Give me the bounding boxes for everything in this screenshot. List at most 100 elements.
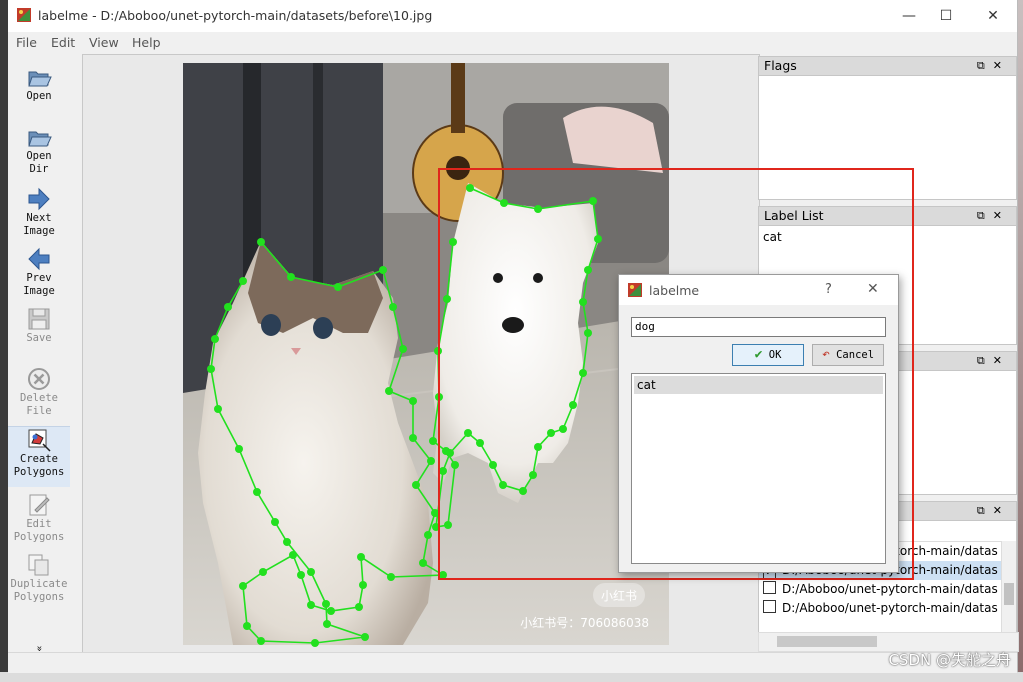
cat-polygon-vertex[interactable] bbox=[409, 397, 417, 405]
cat-polygon-outline[interactable] bbox=[210, 241, 446, 644]
duplicate-polygons-button[interactable]: Duplicate Polygons bbox=[8, 552, 70, 604]
menu-file[interactable]: File bbox=[16, 35, 37, 50]
dock-float-close-icons[interactable]: ⧉✕ bbox=[977, 57, 1010, 75]
cat-polygon-vertex[interactable] bbox=[214, 405, 222, 413]
dock-float-close-icons[interactable]: ⧉✕ bbox=[977, 502, 1010, 520]
cat-polygon-vertex[interactable] bbox=[409, 434, 417, 442]
cat-polygon-vertex[interactable] bbox=[385, 387, 393, 395]
cat-polygon-vertex[interactable] bbox=[271, 518, 279, 526]
dialog-label-list[interactable]: cat bbox=[631, 373, 886, 564]
corner-watermark: CSDN @失舵之舟 bbox=[888, 651, 1011, 669]
labelme-app-icon bbox=[628, 283, 642, 297]
folder-open-dir-icon bbox=[28, 131, 52, 147]
dog-polygon-vertex[interactable] bbox=[429, 437, 437, 445]
menu-help[interactable]: Help bbox=[132, 35, 161, 50]
taskbar-strip bbox=[0, 672, 1023, 682]
cat-polygon-vertex[interactable] bbox=[283, 538, 291, 546]
file-checkbox[interactable] bbox=[763, 581, 776, 594]
file-list-item[interactable]: D:/Aboboo/unet-pytorch-main/datas bbox=[759, 580, 1016, 599]
undo-arrow-icon: ↶ bbox=[821, 347, 830, 362]
cancel-button[interactable]: ↶ Cancel bbox=[812, 344, 884, 366]
edit-polygon-icon bbox=[29, 494, 50, 516]
label-dialog: labelme ? ✕ dog ✔ OK ↶ Cancel cat bbox=[618, 274, 899, 573]
cat-polygon-vertex[interactable] bbox=[297, 571, 305, 579]
dialog-label-item[interactable]: cat bbox=[634, 376, 883, 394]
cat-polygon-vertex[interactable] bbox=[211, 335, 219, 343]
cat-polygon-vertex[interactable] bbox=[243, 622, 251, 630]
menu-view[interactable]: View bbox=[89, 35, 119, 50]
cat-polygon-vertex[interactable] bbox=[307, 568, 315, 576]
cat-polygon-vertex[interactable] bbox=[419, 559, 427, 567]
file-path: D:/Aboboo/unet-pytorch-main/datas bbox=[782, 601, 998, 615]
cat-polygon-vertex[interactable] bbox=[389, 303, 397, 311]
cat-polygon-vertex[interactable] bbox=[235, 445, 243, 453]
cat-polygon-vertex[interactable] bbox=[307, 601, 315, 609]
scrollbar-thumb[interactable] bbox=[1004, 583, 1014, 605]
cat-polygon-vertex[interactable] bbox=[359, 581, 367, 589]
cat-polygon-vertex[interactable] bbox=[399, 345, 407, 353]
h-scrollbar-thumb[interactable] bbox=[777, 636, 877, 647]
window-title: labelme - D:/Aboboo/unet-pytorch-main/da… bbox=[38, 8, 433, 23]
create-polygons-label: Create Polygons bbox=[13, 453, 65, 478]
prev-image-button[interactable]: Prev Image bbox=[8, 246, 70, 298]
menu-bar: File Edit View Help bbox=[8, 32, 1017, 54]
cat-polygon-vertex[interactable] bbox=[257, 637, 265, 645]
cat-polygon-vertex[interactable] bbox=[259, 568, 267, 576]
cat-polygon-vertex[interactable] bbox=[287, 273, 295, 281]
cat-polygon-vertex[interactable] bbox=[257, 238, 265, 246]
next-image-button[interactable]: Next Image bbox=[8, 186, 70, 238]
save-button[interactable]: Save bbox=[8, 306, 70, 345]
cat-polygon-vertex[interactable] bbox=[427, 457, 435, 465]
delete-file-button[interactable]: Delete File bbox=[8, 366, 70, 418]
cat-polygon-vertex[interactable] bbox=[357, 553, 365, 561]
open-dir-button[interactable]: Open Dir bbox=[8, 124, 70, 176]
label-input[interactable]: dog bbox=[631, 317, 886, 337]
menu-edit[interactable]: Edit bbox=[51, 35, 75, 50]
floppy-icon bbox=[28, 308, 50, 330]
file-checkbox[interactable] bbox=[763, 600, 776, 613]
file-list-item[interactable]: D:/Aboboo/unet-pytorch-main/datas bbox=[759, 599, 1016, 618]
cat-polygon-vertex[interactable] bbox=[207, 365, 215, 373]
cat-polygon-vertex[interactable] bbox=[379, 266, 387, 274]
cat-polygon-vertex[interactable] bbox=[412, 481, 420, 489]
arrow-right-icon bbox=[28, 187, 50, 211]
save-label: Save bbox=[26, 332, 52, 344]
close-button[interactable]: ✕ bbox=[970, 4, 1016, 28]
flags-title: Flags bbox=[764, 58, 797, 73]
file-path: D:/Aboboo/unet-pytorch-main/datas bbox=[782, 582, 998, 596]
create-polygons-button[interactable]: Create Polygons bbox=[8, 426, 70, 487]
edit-polygons-label: Edit Polygons bbox=[13, 518, 65, 543]
cat-polygon-vertex[interactable] bbox=[224, 303, 232, 311]
cat-polygon-vertex[interactable] bbox=[327, 607, 335, 615]
cat-polygon-vertex[interactable] bbox=[253, 488, 261, 496]
create-polygon-icon bbox=[28, 429, 51, 452]
cat-polygon-vertex[interactable] bbox=[323, 620, 331, 628]
cat-polygon-vertex[interactable] bbox=[311, 639, 319, 647]
dock-float-close-icons[interactable]: ⧉✕ bbox=[977, 352, 1010, 370]
duplicate-polygons-label: Duplicate Polygons bbox=[10, 578, 68, 603]
edit-polygons-button[interactable]: Edit Polygons bbox=[8, 492, 70, 544]
ok-label: OK bbox=[768, 349, 782, 361]
cat-polygon-vertex[interactable] bbox=[239, 582, 247, 590]
delete-icon bbox=[28, 368, 50, 390]
maximize-button[interactable]: ☐ bbox=[923, 4, 969, 28]
cat-polygon-vertex[interactable] bbox=[424, 531, 432, 539]
cancel-label: Cancel bbox=[836, 349, 875, 361]
more-chevron-icon: » bbox=[33, 645, 45, 652]
duplicate-icon bbox=[28, 554, 49, 576]
open-dir-label: Open Dir bbox=[26, 150, 52, 175]
open-button[interactable]: Open bbox=[8, 64, 70, 103]
dialog-help-button[interactable]: ? bbox=[825, 282, 832, 297]
dock-float-close-icons[interactable]: ⧉✕ bbox=[977, 207, 1010, 225]
cat-polygon-vertex[interactable] bbox=[361, 633, 369, 641]
open-label: Open bbox=[26, 90, 52, 102]
cat-polygon-vertex[interactable] bbox=[289, 551, 297, 559]
dialog-close-button[interactable]: ✕ bbox=[867, 281, 879, 297]
cat-polygon-vertex[interactable] bbox=[334, 283, 342, 291]
cat-polygon-vertex[interactable] bbox=[239, 277, 247, 285]
ok-button[interactable]: ✔ OK bbox=[732, 344, 804, 366]
desktop-left-edge bbox=[0, 0, 8, 682]
cat-polygon-vertex[interactable] bbox=[322, 600, 330, 608]
cat-polygon-vertex[interactable] bbox=[355, 603, 363, 611]
cat-polygon-vertex[interactable] bbox=[387, 573, 395, 581]
